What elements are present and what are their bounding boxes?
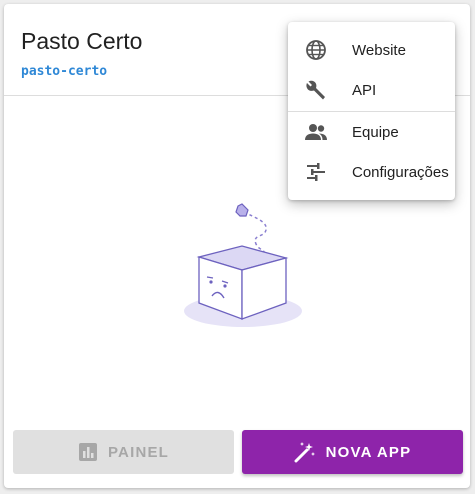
menu-group-settings: Equipe Configurações [288,112,455,192]
menu-item-website[interactable]: Website [288,30,455,70]
painel-button[interactable]: PAINEL [13,430,234,474]
globe-icon [304,38,328,62]
nova-app-button[interactable]: NOVA APP [242,430,463,474]
menu-item-label: Configurações [352,163,449,181]
menu-group-links: Website API [288,22,455,110]
chart-icon [78,442,98,462]
menu-item-api[interactable]: API [288,70,455,110]
empty-box-illustration [176,200,306,339]
menu-item-label: Equipe [352,123,399,141]
menu-item-label: Website [352,41,406,59]
magic-wand-icon [294,441,316,463]
wrench-icon [304,78,328,102]
menu-item-label: API [352,81,377,99]
painel-button-label: PAINEL [107,443,170,461]
menu-item-configuracoes[interactable]: Configurações [288,152,455,192]
card-actions: PAINEL NOVA APP [13,430,463,474]
tune-icon [304,160,328,184]
nova-app-button-label: NOVA APP [325,443,412,461]
options-menu: Website API Equipe Configurações [288,22,455,200]
people-icon [304,120,328,144]
menu-item-equipe[interactable]: Equipe [288,112,455,152]
